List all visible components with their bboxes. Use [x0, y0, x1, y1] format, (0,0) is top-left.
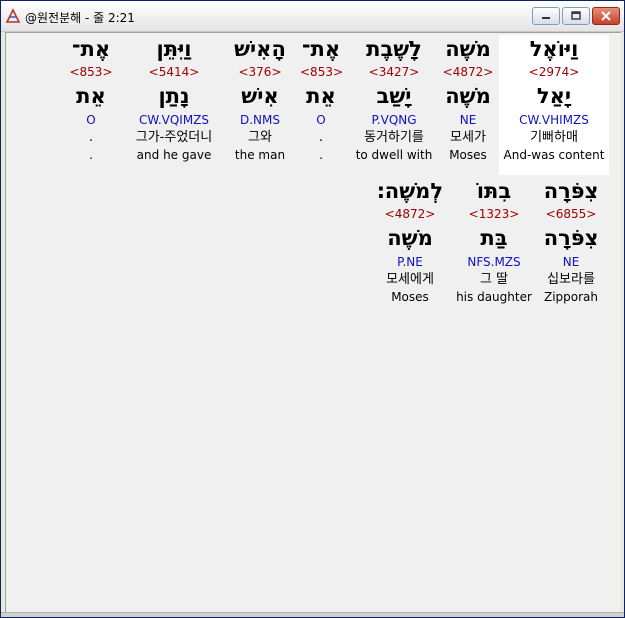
korean-gloss: . — [318, 130, 324, 145]
hebrew-word: וַיִּתֵּן — [156, 37, 192, 61]
english-gloss: And-was content — [503, 148, 605, 162]
korean-gloss: 그가-주었더니 — [135, 130, 213, 145]
strong-number: <4872> — [384, 207, 436, 221]
close-icon — [601, 11, 611, 21]
lexeme-word: יָשַׁב — [376, 84, 412, 108]
strong-number: <5414> — [148, 65, 200, 79]
lexeme-word: אֵת — [306, 84, 336, 108]
english-gloss: his daughter — [456, 290, 532, 304]
word-block[interactable]: מֹשֶׁה <4872> מֹשֶׁה NE 모세가 Moses — [438, 35, 498, 175]
minimize-button[interactable] — [532, 7, 560, 25]
word-block[interactable]: וַיִּתֵּן <5414> נָתַן CW.VQIMZS 그가-주었더니… — [124, 35, 224, 175]
morphology-code: D.NMS — [239, 113, 280, 127]
english-gloss: . — [89, 148, 93, 162]
strong-number: <2974> — [528, 65, 580, 79]
title-bar[interactable]: @원전분해 - 줄 2:21 — [1, 1, 624, 32]
lexeme-word: אֵת — [76, 84, 106, 108]
morphology-code: CW.VQIMZS — [138, 113, 210, 127]
morphology-code: P.VQNG — [371, 113, 417, 127]
strong-number: <376> — [238, 65, 282, 79]
hebrew-word: מֹשֶׁה — [445, 37, 491, 61]
english-gloss: to dwell with — [355, 148, 433, 162]
hebrew-word: וַיּוֹאֶל — [529, 37, 579, 61]
english-gloss: and he gave — [136, 148, 212, 162]
hebrew-word: לָשֶׁבֶת — [366, 37, 422, 61]
lexeme-word: מֹשֶׁה — [445, 84, 491, 108]
word-block[interactable]: לְמֹשֶׁה׃ <4872> מֹשֶׁה P.NE 모세에게 Moses — [374, 177, 446, 317]
word-block[interactable]: הָאִישׁ <376> אִישׁ D.NMS 그와 the man — [230, 35, 290, 175]
english-gloss: . — [319, 148, 323, 162]
strong-number: <6855> — [545, 207, 597, 221]
lexeme-word: צִפֹּרָה — [543, 226, 599, 250]
strong-number: <853> — [300, 65, 344, 79]
hebrew-word: אֶת־ — [71, 37, 111, 61]
morphology-code: O — [316, 113, 326, 127]
word-block[interactable]: צִפֹּרָה <6855> צִפֹּרָה NE 십보라를 Zippora… — [536, 177, 606, 317]
word-block[interactable]: אֶת־ <853> אֵת O . . — [69, 35, 113, 175]
window-title: @원전분해 - 줄 2:21 — [25, 11, 135, 25]
minimize-icon — [542, 17, 550, 19]
english-gloss: Zipporah — [543, 290, 599, 304]
strong-number: <1323> — [468, 207, 520, 221]
english-gloss: Moses — [391, 290, 429, 304]
word-block[interactable]: בִתּוֹ <1323> בַּת NFS.MZS 그 딸 his daugh… — [454, 177, 534, 317]
korean-gloss: 십보라를 — [547, 272, 595, 287]
korean-gloss: 모세가 — [450, 130, 486, 145]
korean-gloss: 그 딸 — [479, 272, 509, 287]
hebrew-word: בִתּוֹ — [476, 179, 512, 203]
word-block[interactable]: אֶת־ <853> אֵת O . . — [300, 35, 344, 175]
word-block[interactable]: לָשֶׁבֶת <3427> יָשַׁב P.VQNG 동거하기를 to d… — [351, 35, 437, 175]
maximize-button[interactable] — [562, 7, 590, 25]
morphology-code: P.NE — [397, 255, 423, 269]
maximize-icon — [571, 11, 581, 20]
lexeme-word: נָתַן — [158, 84, 190, 108]
hebrew-word: אֶת־ — [301, 37, 341, 61]
korean-gloss: 그와 — [248, 130, 272, 145]
korean-gloss: 동거하기를 — [364, 130, 424, 145]
window-bottom-border — [1, 612, 624, 617]
english-gloss: Moses — [449, 148, 487, 162]
english-gloss: the man — [234, 148, 286, 162]
strong-number: <3427> — [368, 65, 420, 79]
lexeme-word: מֹשֶׁה — [387, 226, 433, 250]
lexeme-word: יָאַל — [536, 84, 572, 108]
word-block[interactable]: וַיּוֹאֶל <2974> יָאַל CW.VHIMZS 기뻐하매 An… — [499, 35, 609, 175]
hebrew-word: צִפֹּרָה — [543, 179, 599, 203]
close-button[interactable] — [592, 7, 620, 25]
morphology-code: O — [86, 113, 96, 127]
korean-gloss: . — [88, 130, 94, 145]
lexeme-word: אִישׁ — [241, 84, 279, 108]
hebrew-word: לְמֹשֶׁה׃ — [376, 179, 444, 203]
morphology-code: NE — [459, 113, 477, 127]
morphology-code: NE — [562, 255, 580, 269]
interlinear-panel: וַיּוֹאֶל <2974> יָאַל CW.VHIMZS 기뻐하매 An… — [5, 32, 621, 614]
morphology-code: NFS.MZS — [467, 255, 521, 269]
strong-number: <853> — [69, 65, 113, 79]
lexeme-word: בַּת — [480, 226, 508, 250]
hebrew-word: הָאִישׁ — [234, 37, 286, 61]
interlinear-window: @원전분해 - 줄 2:21 וַיּוֹאֶל <2974> יָאַל CW… — [0, 0, 625, 618]
korean-gloss: 모세에게 — [386, 272, 434, 287]
morphology-code: CW.VHIMZS — [519, 113, 589, 127]
strong-number: <4872> — [442, 65, 494, 79]
korean-gloss: 기뻐하매 — [530, 130, 578, 145]
app-icon — [5, 8, 21, 23]
